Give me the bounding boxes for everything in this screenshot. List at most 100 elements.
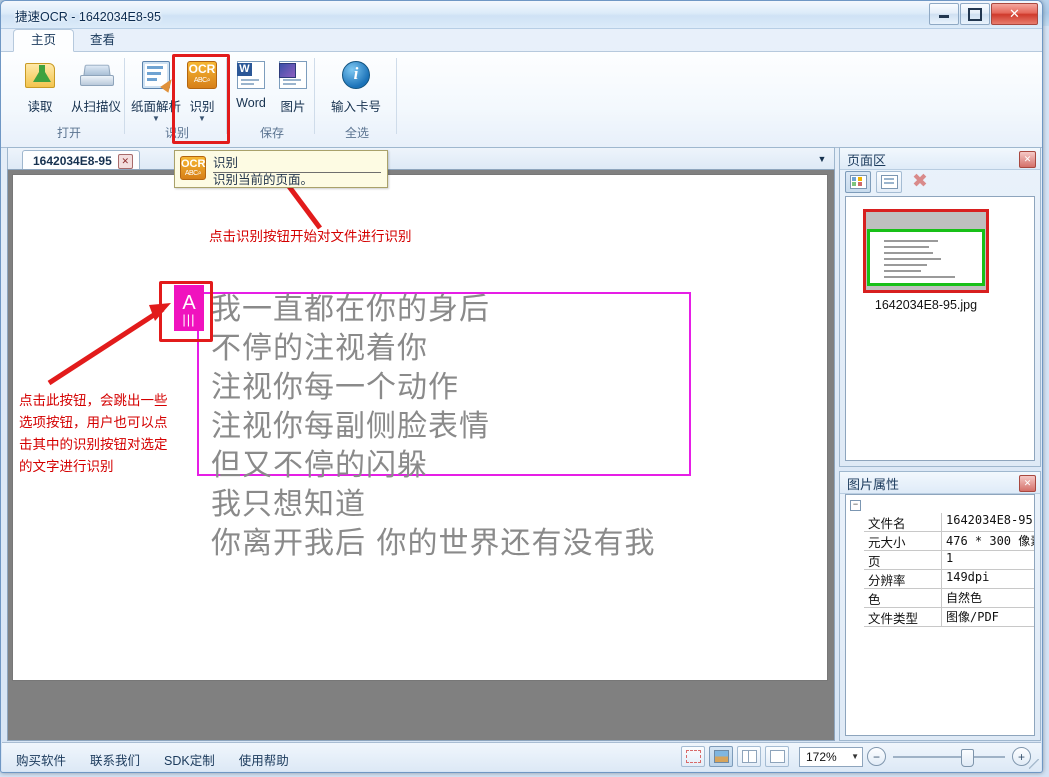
chevron-down-icon: ▼ [851, 752, 859, 761]
ribbon-group-selectall-label: 全选 [344, 126, 369, 140]
document-line: 不停的注视着你 [211, 331, 428, 366]
selection-dots-icon [685, 750, 701, 763]
zoom-level-select[interactable]: 172% ▼ [799, 746, 863, 767]
annotation-recognize-hint: 点击识别按钮开始对文件进行识别 [209, 229, 412, 245]
table-row: 色 自然色 [864, 589, 1034, 608]
document-line: 注视你每副侧脸表情 [211, 409, 490, 444]
page-thumbnail-item[interactable]: 1642034E8-95.jpg [863, 209, 989, 312]
info-icon: i [342, 61, 370, 89]
save-word-button-label: Word [236, 96, 266, 110]
table-row: 页 1 [864, 551, 1034, 570]
text-region-box[interactable]: 我一直都在你的身后 不停的注视着你 注视你每一个动作 注视你每副侧脸表情 但又不… [197, 292, 691, 561]
image-properties-tree: − 文件名 1642034E8-95... 元大小 476 * 300 像素 页… [845, 494, 1035, 736]
status-bar: 购买软件 联系我们 SDK定制 使用帮助 172% ▼ − + [2, 742, 1041, 771]
list-lines-icon [880, 175, 898, 189]
properties-collapse-toggle[interactable]: − [850, 500, 861, 511]
ribbon-group-recognize: 纸面解析 ▼ OCR ABC⌕ 识别 ▼ 识别 [127, 54, 227, 144]
image-properties-close-icon[interactable]: ✕ [1019, 475, 1036, 492]
contact-us-link[interactable]: 联系我们 [90, 750, 140, 769]
property-value: 476 * 300 像素 [942, 532, 1034, 551]
table-row: 分辨率 149dpi [864, 570, 1034, 589]
ocr-icon: OCR ABC⌕ [180, 156, 206, 180]
tooltip-description: 识别当前的页面。 [213, 173, 314, 187]
page-area-panel-close-icon[interactable]: ✕ [1019, 151, 1036, 168]
from-scanner-button-label: 从扫描仪 [70, 100, 121, 114]
input-card-number-button[interactable]: i 输入卡号 [319, 56, 393, 115]
page-analysis-button[interactable]: 纸面解析 ▼ [127, 56, 185, 123]
property-key: 文件名 [864, 513, 942, 532]
property-value: 149dpi [942, 570, 1034, 589]
two-page-view-button[interactable] [737, 746, 761, 767]
page-area-panel-title: 页面区 [847, 153, 887, 168]
zoom-slider-knob[interactable] [961, 748, 974, 767]
document-tab[interactable]: 1642034E8-95 ✕ [22, 150, 140, 171]
property-value: 自然色 [942, 589, 1034, 608]
page-analysis-icon [142, 61, 176, 93]
page-analysis-button-label: 纸面解析 [130, 100, 181, 114]
close-button[interactable]: ✕ [991, 3, 1038, 25]
single-page-view-button[interactable] [765, 746, 789, 767]
thumbnail-text-region [867, 229, 985, 286]
delete-page-button[interactable]: ✖ [907, 171, 933, 193]
window-title: 捷速OCR - 1642034E8-95 [15, 10, 161, 24]
main-window: 捷速OCR - 1642034E8-95 ✕ 主页 查看 读取 从扫描仪 打开 … [0, 0, 1043, 773]
zoom-out-button[interactable]: − [867, 747, 886, 766]
document-viewer[interactable]: 点击识别按钮开始对文件进行识别 点击此按钮，会跳出一些 选项按钮，用户也可以点 … [7, 169, 835, 741]
ocr-icon: OCR ABC⌕ [187, 61, 217, 89]
tab-list-dropdown-icon[interactable]: ▼ [814, 151, 830, 166]
fit-selection-view-button[interactable] [681, 746, 705, 767]
input-card-number-label: 输入卡号 [330, 100, 381, 114]
document-tab-close-icon[interactable]: ✕ [117, 153, 133, 169]
save-word-button[interactable]: W Word [229, 56, 273, 110]
document-line: 但又不停的闪躲 [211, 448, 428, 483]
two-page-icon [741, 750, 757, 763]
ribbon-group-save: W Word 图片 保存 [229, 54, 315, 144]
zoom-slider[interactable] [893, 748, 1005, 767]
image-view-button[interactable] [709, 746, 733, 767]
tab-view[interactable]: 查看 [73, 29, 132, 52]
recognize-tooltip: OCR ABC⌕ 识别 识别当前的页面。 [174, 150, 388, 188]
property-value: 1642034E8-95... [942, 513, 1034, 532]
text-region-badge[interactable]: A ||| [174, 285, 204, 331]
property-key: 色 [864, 589, 942, 608]
ribbon-group-save-label: 保存 [259, 126, 284, 140]
recognize-button-label: 识别 [189, 100, 215, 114]
buy-software-link[interactable]: 购买软件 [16, 750, 66, 769]
chevron-down-icon[interactable]: ▼ [179, 115, 225, 123]
from-scanner-button[interactable]: 从扫描仪 [65, 56, 127, 115]
image-properties-header: 图片属性 ✕ [840, 472, 1040, 494]
maximize-button[interactable] [960, 3, 990, 25]
ribbon-group-selectall: i 输入卡号 全选 [317, 54, 397, 144]
image-properties-title: 图片属性 [847, 477, 900, 492]
screen: 捷速OCR - 1642034E8-95 ✕ 主页 查看 读取 从扫描仪 打开 … [0, 0, 1049, 777]
thumbnail-view-button[interactable] [845, 171, 871, 193]
chevron-down-icon[interactable]: ▼ [127, 115, 185, 123]
document-line: 我一直都在你的身后 [211, 292, 490, 327]
page-thumbnail-image [863, 209, 989, 293]
annotation-region-button-hint: 点击此按钮，会跳出一些 选项按钮，用户也可以点 击其中的识别按钮对选定 的文字进… [19, 393, 168, 475]
list-view-button[interactable] [876, 171, 902, 193]
resize-grip[interactable] [1029, 759, 1039, 769]
ribbon-group-recognize-label: 识别 [164, 126, 189, 140]
image-properties-panel: 图片属性 ✕ − 文件名 1642034E8-95... 元大小 476 * 3… [839, 471, 1041, 741]
page-thumbnail-filename: 1642034E8-95.jpg [874, 298, 978, 312]
ribbon-group-open-label: 打开 [56, 126, 81, 140]
save-image-button[interactable]: 图片 [271, 56, 315, 115]
sdk-customization-link[interactable]: SDK定制 [164, 750, 215, 769]
minimize-button[interactable] [929, 3, 959, 25]
property-value: 图像/PDF [942, 608, 1034, 627]
zoom-level-value: 172% [806, 749, 837, 764]
zoom-slider-track [893, 755, 1005, 758]
page-thumbnail-list[interactable]: 1642034E8-95.jpg [845, 196, 1035, 461]
window-controls: ✕ [929, 3, 1038, 25]
status-links: 购买软件 联系我们 SDK定制 使用帮助 [16, 750, 289, 769]
read-button[interactable]: 读取 [13, 56, 67, 115]
scanner-icon [80, 64, 114, 86]
property-key: 页 [864, 551, 942, 570]
help-link[interactable]: 使用帮助 [239, 750, 289, 769]
recognize-button[interactable]: OCR ABC⌕ 识别 ▼ [179, 56, 225, 123]
document-page[interactable]: 点击识别按钮开始对文件进行识别 点击此按钮，会跳出一些 选项按钮，用户也可以点 … [12, 170, 828, 681]
property-key: 文件类型 [864, 608, 942, 627]
table-row: 元大小 476 * 300 像素 [864, 532, 1034, 551]
tab-home[interactable]: 主页 [13, 29, 75, 52]
